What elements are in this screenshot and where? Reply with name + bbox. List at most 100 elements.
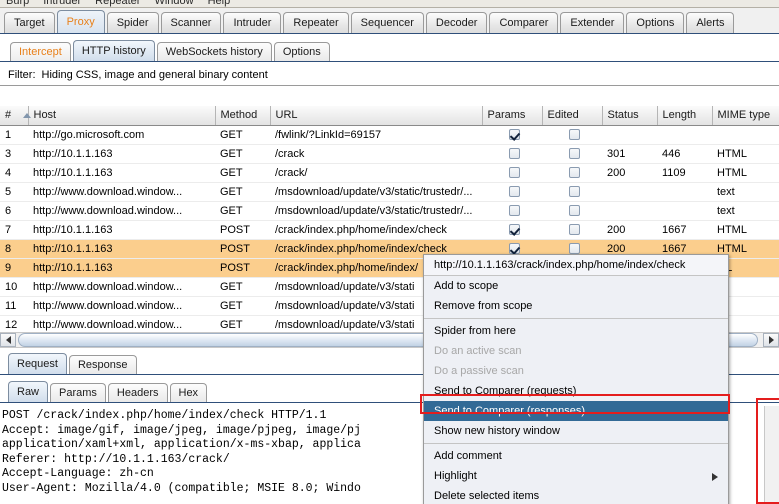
context-menu-item[interactable]: Send to Comparer (responses) (424, 401, 728, 421)
cell-edited[interactable] (542, 201, 602, 221)
tab-params[interactable]: Params (50, 383, 106, 403)
tab-target[interactable]: Target (4, 12, 55, 34)
cell-edited[interactable] (542, 144, 602, 164)
tab-hex[interactable]: Hex (169, 383, 208, 403)
params-checkbox[interactable] (509, 129, 520, 141)
request-vertical-scrollbar[interactable] (764, 406, 779, 504)
cell-num: 8 (0, 239, 28, 259)
scroll-left-arrow-icon[interactable] (0, 333, 16, 347)
edited-checkbox[interactable] (569, 148, 580, 160)
edited-checkbox[interactable] (569, 167, 580, 179)
tab-intruder[interactable]: Intruder (223, 12, 282, 34)
cell-status (602, 182, 657, 202)
cell-length (657, 182, 712, 202)
cell-host: http://go.microsoft.com (28, 125, 215, 145)
table-row[interactable]: 3 http://10.1.1.163 GET/crack 301 446 HTML (0, 144, 779, 164)
context-menu-item[interactable]: Send to Comparer (requests) (424, 381, 728, 401)
tab-request[interactable]: Request (8, 353, 67, 375)
column-header-method[interactable]: Method (215, 106, 271, 126)
menu-item-help[interactable]: Help (208, 0, 231, 7)
cell-params[interactable] (482, 125, 542, 145)
tab-headers[interactable]: Headers (107, 383, 168, 403)
tab-response[interactable]: Response (68, 355, 137, 375)
column-header-host[interactable]: Host (28, 106, 216, 126)
cell-method: GET (215, 125, 270, 145)
menu-item-repeater[interactable]: Repeater (95, 0, 140, 7)
menu-item-intruder[interactable]: Intruder (43, 0, 81, 7)
context-menu-item[interactable]: Delete selected items (424, 486, 728, 504)
cell-params[interactable] (482, 163, 542, 183)
tab-options[interactable]: Options (626, 12, 685, 34)
table-row[interactable]: 6 http://www.download.window... GET/msdown… (0, 201, 779, 221)
tab-repeater[interactable]: Repeater (283, 12, 349, 34)
table-row[interactable]: 5 http://www.download.window... GET/msdown… (0, 182, 779, 202)
tab-sequencer[interactable]: Sequencer (350, 12, 424, 34)
context-menu[interactable]: http://10.1.1.163/crack/index.php/home/i… (423, 254, 729, 504)
cell-edited[interactable] (542, 182, 602, 202)
params-checkbox[interactable] (509, 205, 520, 217)
params-checkbox[interactable] (509, 148, 520, 160)
cell-num: 7 (0, 220, 28, 240)
params-checkbox[interactable] (509, 167, 520, 179)
cell-params[interactable] (482, 144, 542, 164)
cell-mime: text (712, 182, 779, 202)
tab-spider[interactable]: Spider (106, 12, 159, 34)
column-header-params[interactable]: Params (482, 106, 543, 126)
edited-checkbox[interactable] (569, 205, 580, 217)
menu-item-burp[interactable]: Burp (6, 0, 29, 7)
edited-checkbox[interactable] (569, 129, 580, 141)
table-row[interactable]: 4 http://10.1.1.163 GET/crack/200 1109 HTML (0, 163, 779, 183)
context-menu-item[interactable]: Add comment (424, 446, 728, 466)
table-row[interactable]: 7 http://10.1.1.163 POST/crack/index.php/h… (0, 220, 779, 240)
edited-checkbox[interactable] (569, 243, 580, 255)
params-checkbox[interactable] (509, 243, 520, 255)
context-menu-item[interactable]: Show new history window (424, 421, 728, 441)
tab-raw[interactable]: Raw (8, 381, 49, 403)
context-menu-item-label: Send to Comparer (requests) (434, 385, 577, 397)
cell-params[interactable] (482, 201, 542, 221)
tab-websockets-history[interactable]: WebSockets history (156, 42, 272, 62)
menu-bar[interactable]: Burp Intruder Repeater Window Help (0, 0, 779, 8)
tab-alerts[interactable]: Alerts (686, 12, 735, 34)
tab-proxy[interactable]: Proxy (56, 10, 105, 34)
column-header-mime[interactable]: MIME type (712, 106, 779, 126)
sort-ascending-icon (23, 112, 32, 118)
cell-num: 4 (0, 163, 28, 183)
cell-length: 1109 (657, 163, 712, 183)
column-header-num[interactable]: # (0, 106, 32, 126)
table-row[interactable]: 1 http://go.microsoft.com GET/fwlink/?Link… (0, 125, 779, 145)
cell-params[interactable] (482, 182, 542, 202)
context-menu-item[interactable]: Remove from scope (424, 296, 728, 316)
tab-intercept[interactable]: Intercept (10, 42, 71, 62)
cell-params[interactable] (482, 220, 542, 240)
params-checkbox[interactable] (509, 224, 520, 236)
edited-checkbox[interactable] (569, 224, 580, 236)
context-menu-item[interactable]: Spider from here (424, 321, 728, 341)
tab-proxy-options[interactable]: Options (273, 42, 330, 62)
column-header-status[interactable]: Status (602, 106, 658, 126)
context-menu-url-header: http://10.1.1.163/crack/index.php/home/i… (424, 255, 728, 276)
column-header-edited[interactable]: Edited (542, 106, 603, 126)
column-header-length[interactable]: Length (657, 106, 713, 126)
cell-edited[interactable] (542, 125, 602, 145)
edited-checkbox[interactable] (569, 186, 580, 198)
scroll-right-arrow-icon[interactable] (763, 333, 779, 347)
tab-comparer[interactable]: Comparer (489, 12, 559, 34)
cell-mime: HTML (712, 163, 779, 183)
params-checkbox[interactable] (509, 186, 520, 198)
column-header-url[interactable]: URL (270, 106, 483, 126)
filter-bar[interactable]: Filter: Hiding CSS, image and general bi… (0, 64, 779, 86)
tab-extender[interactable]: Extender (560, 12, 625, 34)
cell-num: 11 (0, 296, 28, 316)
filter-label: Filter: (8, 68, 36, 81)
tab-http-history[interactable]: HTTP history (72, 40, 155, 62)
tab-decoder[interactable]: Decoder (425, 12, 488, 34)
cell-edited[interactable] (542, 163, 602, 183)
cell-url: /crack (270, 144, 482, 164)
tab-scanner[interactable]: Scanner (160, 12, 222, 34)
menu-item-window[interactable]: Window (154, 0, 193, 7)
context-menu-item[interactable]: Highlight (424, 466, 728, 486)
cell-num: 1 (0, 125, 28, 145)
cell-edited[interactable] (542, 220, 602, 240)
context-menu-item[interactable]: Add to scope (424, 276, 728, 296)
